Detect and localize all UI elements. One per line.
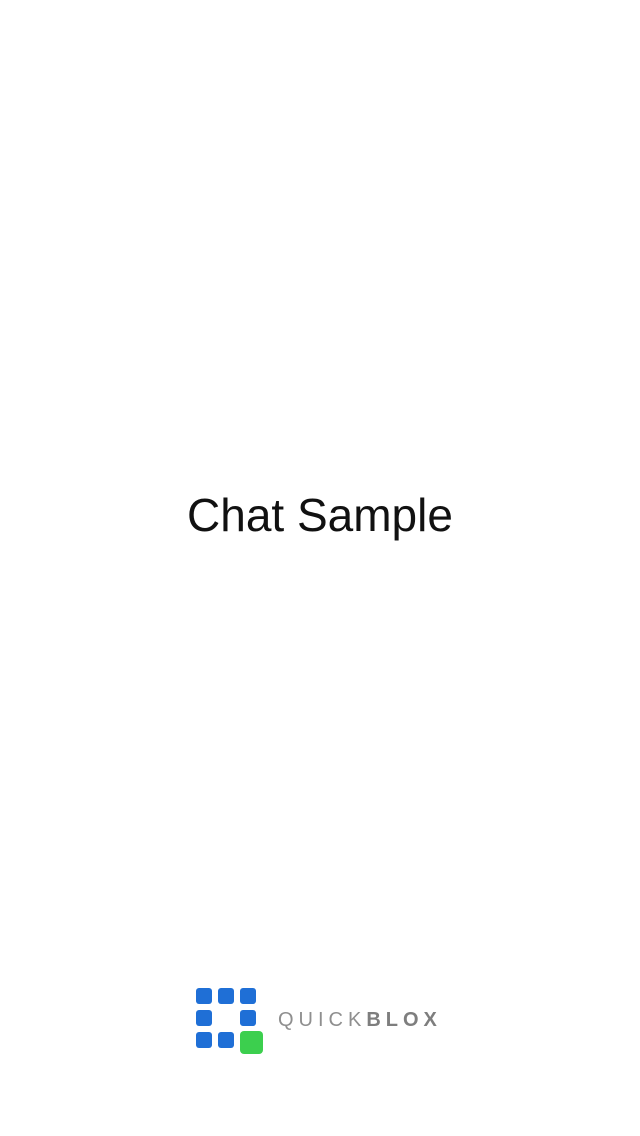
logo-square bbox=[196, 1032, 212, 1048]
logo-square bbox=[196, 988, 212, 1004]
quickblox-logo-icon bbox=[196, 988, 264, 1056]
logo-square bbox=[196, 1010, 212, 1026]
app-title: Chat Sample bbox=[187, 489, 453, 541]
logo-square-accent bbox=[240, 1031, 263, 1054]
wordmark-quick: QUICK bbox=[278, 1009, 367, 1031]
splash-screen: Chat Sample QUICKBLOX bbox=[0, 0, 640, 1136]
quickblox-wordmark: QUICKBLOX bbox=[278, 1006, 442, 1034]
logo-square bbox=[240, 988, 256, 1004]
logo-square bbox=[218, 1032, 234, 1048]
logo-square bbox=[218, 988, 234, 1004]
quickblox-brand: QUICKBLOX bbox=[196, 988, 456, 1056]
logo-square bbox=[240, 1010, 256, 1026]
wordmark-blox: BLOX bbox=[366, 1009, 442, 1031]
